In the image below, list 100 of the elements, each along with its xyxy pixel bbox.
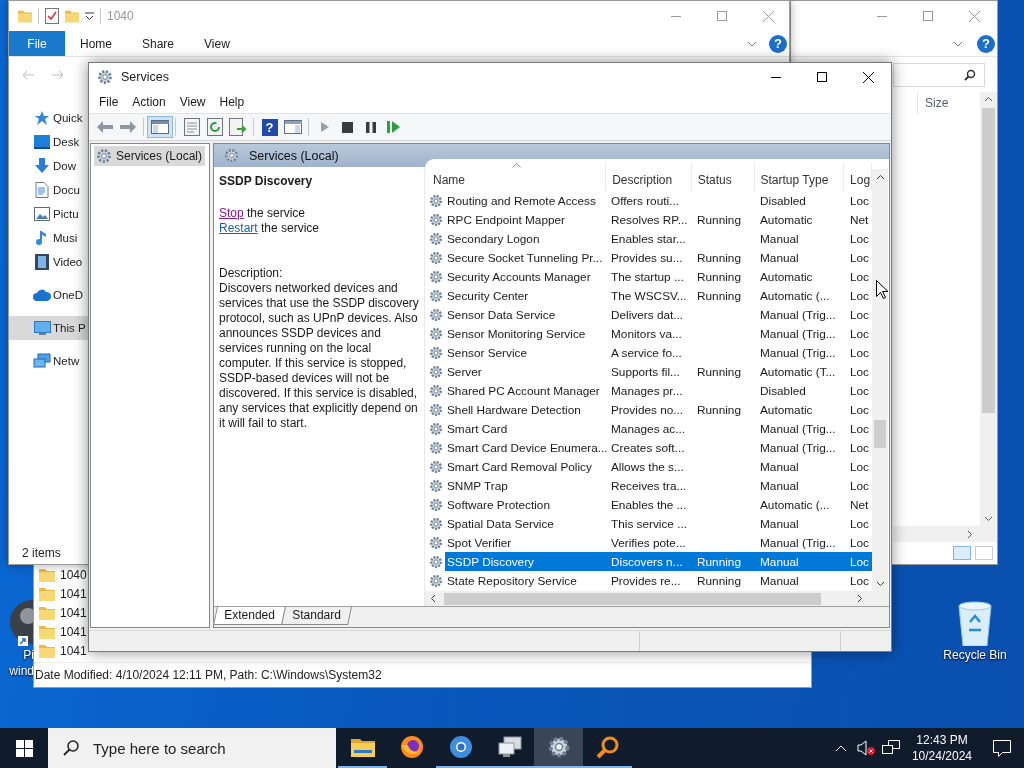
column-header[interactable]: Size xyxy=(917,92,949,114)
scroll-thumb[interactable] xyxy=(982,108,995,413)
menu-item[interactable]: Action xyxy=(125,95,173,109)
search-field[interactable] xyxy=(893,62,985,87)
refresh-button[interactable] xyxy=(206,118,223,136)
scroll-up-icon[interactable] xyxy=(984,96,993,102)
table-row[interactable]: Secondary Logon Enables star... Manual Loc xyxy=(445,229,872,248)
scroll-left-icon[interactable] xyxy=(430,594,436,603)
table-row[interactable]: Sensor Data Service Delivers dat... Manual (Trig... Loc xyxy=(445,305,872,324)
table-row[interactable]: Sensor Service A service fo... Manual (Trig... Loc xyxy=(445,343,872,362)
tiles-view-button[interactable] xyxy=(975,546,993,560)
network-icon[interactable] xyxy=(882,740,901,756)
ribbon-tab[interactable]: Share xyxy=(128,31,190,56)
column-header[interactable]: Description xyxy=(606,162,692,191)
scroll-up-icon[interactable] xyxy=(875,174,885,180)
table-row[interactable]: Software Protection Enables the ... Automatic (... Net xyxy=(445,495,872,514)
ribbon-tab[interactable]: View xyxy=(190,31,245,56)
nav-item[interactable]: This P xyxy=(9,316,89,340)
checklist-icon[interactable] xyxy=(45,8,59,24)
table-row[interactable]: Smart Card Removal Policy Allows the s... Manual Loc xyxy=(445,457,872,476)
nav-item[interactable]: Docu xyxy=(9,178,89,202)
scroll-down-icon[interactable] xyxy=(875,581,885,587)
table-row[interactable]: Smart Card Manages ac... Manual (Trig... Loc xyxy=(445,419,872,438)
scrollbar[interactable] xyxy=(872,169,888,591)
menu-item[interactable]: File xyxy=(92,95,126,109)
action-link[interactable]: Restart xyxy=(219,221,258,235)
menu-item[interactable]: View xyxy=(172,95,213,109)
gear-icon xyxy=(429,382,443,399)
nav-item[interactable]: Pictu xyxy=(9,202,89,226)
table-row[interactable]: Secure Socket Tunneling Pr... Provides su... Running Manual Loc xyxy=(445,248,872,267)
folder-name[interactable]: 1041 xyxy=(60,586,87,601)
maximize-icon[interactable] xyxy=(817,72,827,82)
stop-button[interactable] xyxy=(342,121,353,133)
action-pane-button[interactable] xyxy=(283,119,302,135)
pause-button[interactable] xyxy=(365,121,376,133)
table-cell: Manual xyxy=(760,459,799,474)
table-row[interactable]: RPC Endpoint Mapper Resolves RP... Running Automatic Net xyxy=(445,210,872,229)
dropdown-icon[interactable] xyxy=(85,12,94,20)
folder-name[interactable]: 1041 xyxy=(60,643,87,658)
table-row[interactable]: Spot Verifier Verifies pote... Manual (Trig... Loc xyxy=(445,533,872,552)
help-button[interactable]: ? xyxy=(977,34,995,53)
back-button[interactable] xyxy=(95,120,114,134)
nav-item[interactable]: Dow xyxy=(9,154,89,178)
nav-item[interactable]: OneD xyxy=(9,283,89,307)
folder-name[interactable]: 1041 xyxy=(60,605,87,620)
chevron-icon[interactable] xyxy=(953,40,963,47)
folder-name[interactable]: 1040 xyxy=(60,567,87,582)
column-header[interactable]: Name xyxy=(427,162,607,191)
search-field[interactable]: Type here to search xyxy=(48,728,336,768)
console-tree-button[interactable] xyxy=(146,116,173,138)
table-cell: Security Accounts Manager xyxy=(447,269,591,284)
scroll-thumb[interactable] xyxy=(874,420,886,448)
table-row[interactable]: Shell Hardware Detection Provides no... Running Automatic Loc xyxy=(445,400,872,419)
table-row[interactable]: SNMP Trap Receives tra... Manual Loc xyxy=(445,476,872,495)
column-header[interactable]: Startup Type xyxy=(754,162,845,191)
nav-item[interactable]: Musi xyxy=(9,226,89,250)
nav-item[interactable]: Netw xyxy=(9,349,89,373)
table-row[interactable]: Sensor Monitoring Service Monitors va... Manual (Trig... Loc xyxy=(445,324,872,343)
view-tab[interactable]: Extended xyxy=(213,607,286,625)
table-row[interactable]: Spatial Data Service This service ... Manual Loc xyxy=(445,514,872,533)
forward-button[interactable] xyxy=(118,120,137,134)
table-row[interactable]: Shared PC Account Manager Manages pr... Disabled Loc xyxy=(445,381,872,400)
scroll-right-icon[interactable] xyxy=(857,594,863,603)
table-row[interactable]: Security Accounts Manager The startup ... Running Automatic Loc xyxy=(445,267,872,286)
nav-item[interactable]: Quick xyxy=(9,106,89,130)
table-row[interactable]: Routing and Remote Access Offers routi... Disabled Loc xyxy=(445,191,872,210)
scroll-right-icon[interactable] xyxy=(967,529,973,539)
properties-button[interactable] xyxy=(183,118,200,136)
scroll-down-icon[interactable] xyxy=(984,516,993,522)
chevron-icon[interactable] xyxy=(747,40,757,47)
notification-icon[interactable] xyxy=(993,739,1011,757)
nav-item[interactable]: Video xyxy=(9,250,89,274)
taskbar-button[interactable] xyxy=(534,728,583,768)
scrollbar[interactable] xyxy=(893,526,997,542)
recycle-bin-icon[interactable] xyxy=(955,600,995,646)
column-header[interactable]: Log xyxy=(844,162,872,191)
help-button[interactable]: ? xyxy=(261,118,278,136)
ribbon-tab[interactable]: Home xyxy=(66,31,127,56)
table-row[interactable]: Security Center The WSCSV... Running Automatic (... Loc xyxy=(445,286,872,305)
scrollbar[interactable] xyxy=(980,92,997,526)
help-button[interactable]: ? xyxy=(769,34,787,53)
export-list-button[interactable] xyxy=(228,118,247,136)
folder-name[interactable]: 1041 xyxy=(60,624,87,639)
action-link[interactable]: Stop xyxy=(219,206,244,220)
file-tab[interactable]: File xyxy=(9,31,65,56)
table-row[interactable]: Smart Card Device Enumera... Creates soft... Manual (Trig... Loc xyxy=(445,438,872,457)
resume-button[interactable] xyxy=(387,121,400,133)
close-icon[interactable] xyxy=(862,71,874,83)
nav-item[interactable]: Desk xyxy=(9,130,89,154)
scrollbar[interactable] xyxy=(425,591,889,606)
clock[interactable]: 12:43 PM 10/24/2024 xyxy=(903,732,980,764)
view-tab[interactable]: Standard xyxy=(280,607,352,625)
tree-item[interactable]: Services (Local) xyxy=(94,146,206,166)
table-row[interactable]: Server Supports fil... Running Automatic (T... Loc xyxy=(445,362,872,381)
table-row[interactable]: State Repository Service Provides re... Running Manual Loc xyxy=(445,571,872,590)
chevron-up-icon[interactable] xyxy=(835,744,848,752)
menu-item[interactable]: Help xyxy=(212,95,252,109)
table-row[interactable]: SSDP Discovery Discovers n... Running Manual Loc xyxy=(445,552,872,571)
column-header[interactable]: Status xyxy=(691,162,755,191)
speaker-icon[interactable] xyxy=(857,740,876,756)
